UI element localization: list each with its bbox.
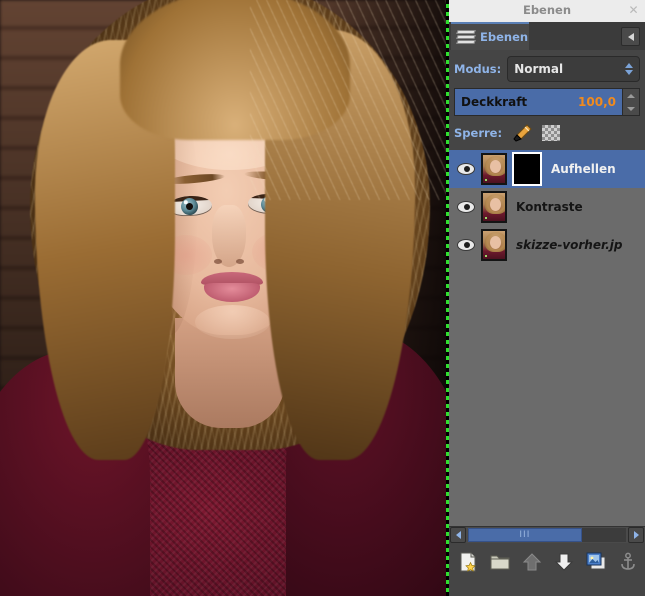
opacity-stepper[interactable] [622, 89, 639, 115]
duplicate-layer-button[interactable] [586, 552, 606, 572]
image-canvas[interactable] [0, 0, 446, 596]
tab-menu-triangle-icon [628, 33, 634, 41]
left-nostril [214, 259, 222, 264]
alpha-checkerboard-icon[interactable] [542, 125, 560, 141]
new-layer-button[interactable] [458, 552, 478, 572]
scrollbar-thumb[interactable]: III [468, 528, 582, 542]
layer-thumbnail [481, 191, 507, 223]
layer-thumbnail [481, 229, 507, 261]
layer-row[interactable]: skizze-vorher.jp [449, 226, 645, 264]
left-iris [181, 198, 199, 216]
chevron-down-icon [627, 107, 635, 111]
new-layer-group-button[interactable] [490, 552, 510, 572]
mode-select[interactable]: Normal [507, 56, 640, 82]
layer-name: Aufhellen [551, 162, 616, 176]
hair-wisps [250, 0, 446, 200]
layer-row[interactable]: Aufhellen [449, 150, 645, 188]
anchor-layer-button[interactable] [618, 552, 638, 572]
paintbrush-icon[interactable] [512, 124, 532, 142]
lips [201, 272, 263, 302]
raise-layer-button[interactable] [522, 552, 542, 572]
layer-name: skizze-vorher.jp [516, 238, 622, 252]
dock-title: Ebenen [449, 3, 645, 17]
chin-highlight [195, 305, 270, 339]
dock-title-bar: Ebenen ✕ [449, 0, 645, 22]
lower-layer-button[interactable] [554, 552, 574, 572]
lock-label: Sperre: [454, 126, 502, 140]
mode-row: Modus: Normal [454, 56, 640, 82]
tab-layers-label: Ebenen [480, 30, 528, 44]
layer-list[interactable]: Aufhellen Kontraste skizze-vorher.jp [449, 150, 645, 526]
scrollbar-trough[interactable]: III [468, 528, 626, 542]
tab-menu-button[interactable] [621, 27, 640, 46]
nose [212, 205, 246, 267]
opacity-slider[interactable]: Deckkraft 100,0 [455, 89, 622, 115]
eye-icon[interactable] [455, 238, 477, 252]
lock-row: Sperre: [454, 124, 640, 142]
lower-lip [204, 283, 260, 302]
gimp-screenshot: Ebenen ✕ Ebenen Modus: Normal [0, 0, 645, 596]
layer-controls: Modus: Normal Deckkraft 100,0 [449, 50, 645, 150]
chevron-up-icon [627, 94, 635, 98]
horizontal-scrollbar[interactable]: III [449, 526, 645, 543]
dock-tab-strip: Ebenen [449, 22, 645, 50]
scroll-left-button[interactable] [450, 527, 466, 543]
layer-row[interactable]: Kontraste [449, 188, 645, 226]
tab-layers[interactable]: Ebenen [451, 22, 529, 50]
mode-select-value: Normal [514, 62, 563, 76]
layer-mask-thumbnail[interactable] [512, 152, 542, 186]
opacity-row: Deckkraft 100,0 [454, 88, 640, 116]
opacity-label: Deckkraft [461, 95, 527, 109]
eye-icon[interactable] [455, 162, 477, 176]
scroll-right-button[interactable] [628, 527, 644, 543]
layer-thumbnail [481, 153, 507, 185]
opacity-value: 100,0 [578, 95, 616, 109]
right-nostril [236, 259, 244, 264]
eye-icon[interactable] [455, 200, 477, 214]
layers-toolbar [449, 543, 645, 581]
portrait-photo [0, 0, 446, 596]
left-pupil [186, 203, 193, 210]
layers-dock: Ebenen ✕ Ebenen Modus: Normal [449, 0, 645, 596]
chevron-updown-icon [625, 63, 633, 75]
layer-name: Kontraste [516, 200, 583, 214]
layers-icon [457, 30, 475, 44]
mode-label: Modus: [454, 62, 501, 76]
scrollbar-grip: III [519, 530, 530, 540]
close-icon[interactable]: ✕ [627, 4, 640, 17]
